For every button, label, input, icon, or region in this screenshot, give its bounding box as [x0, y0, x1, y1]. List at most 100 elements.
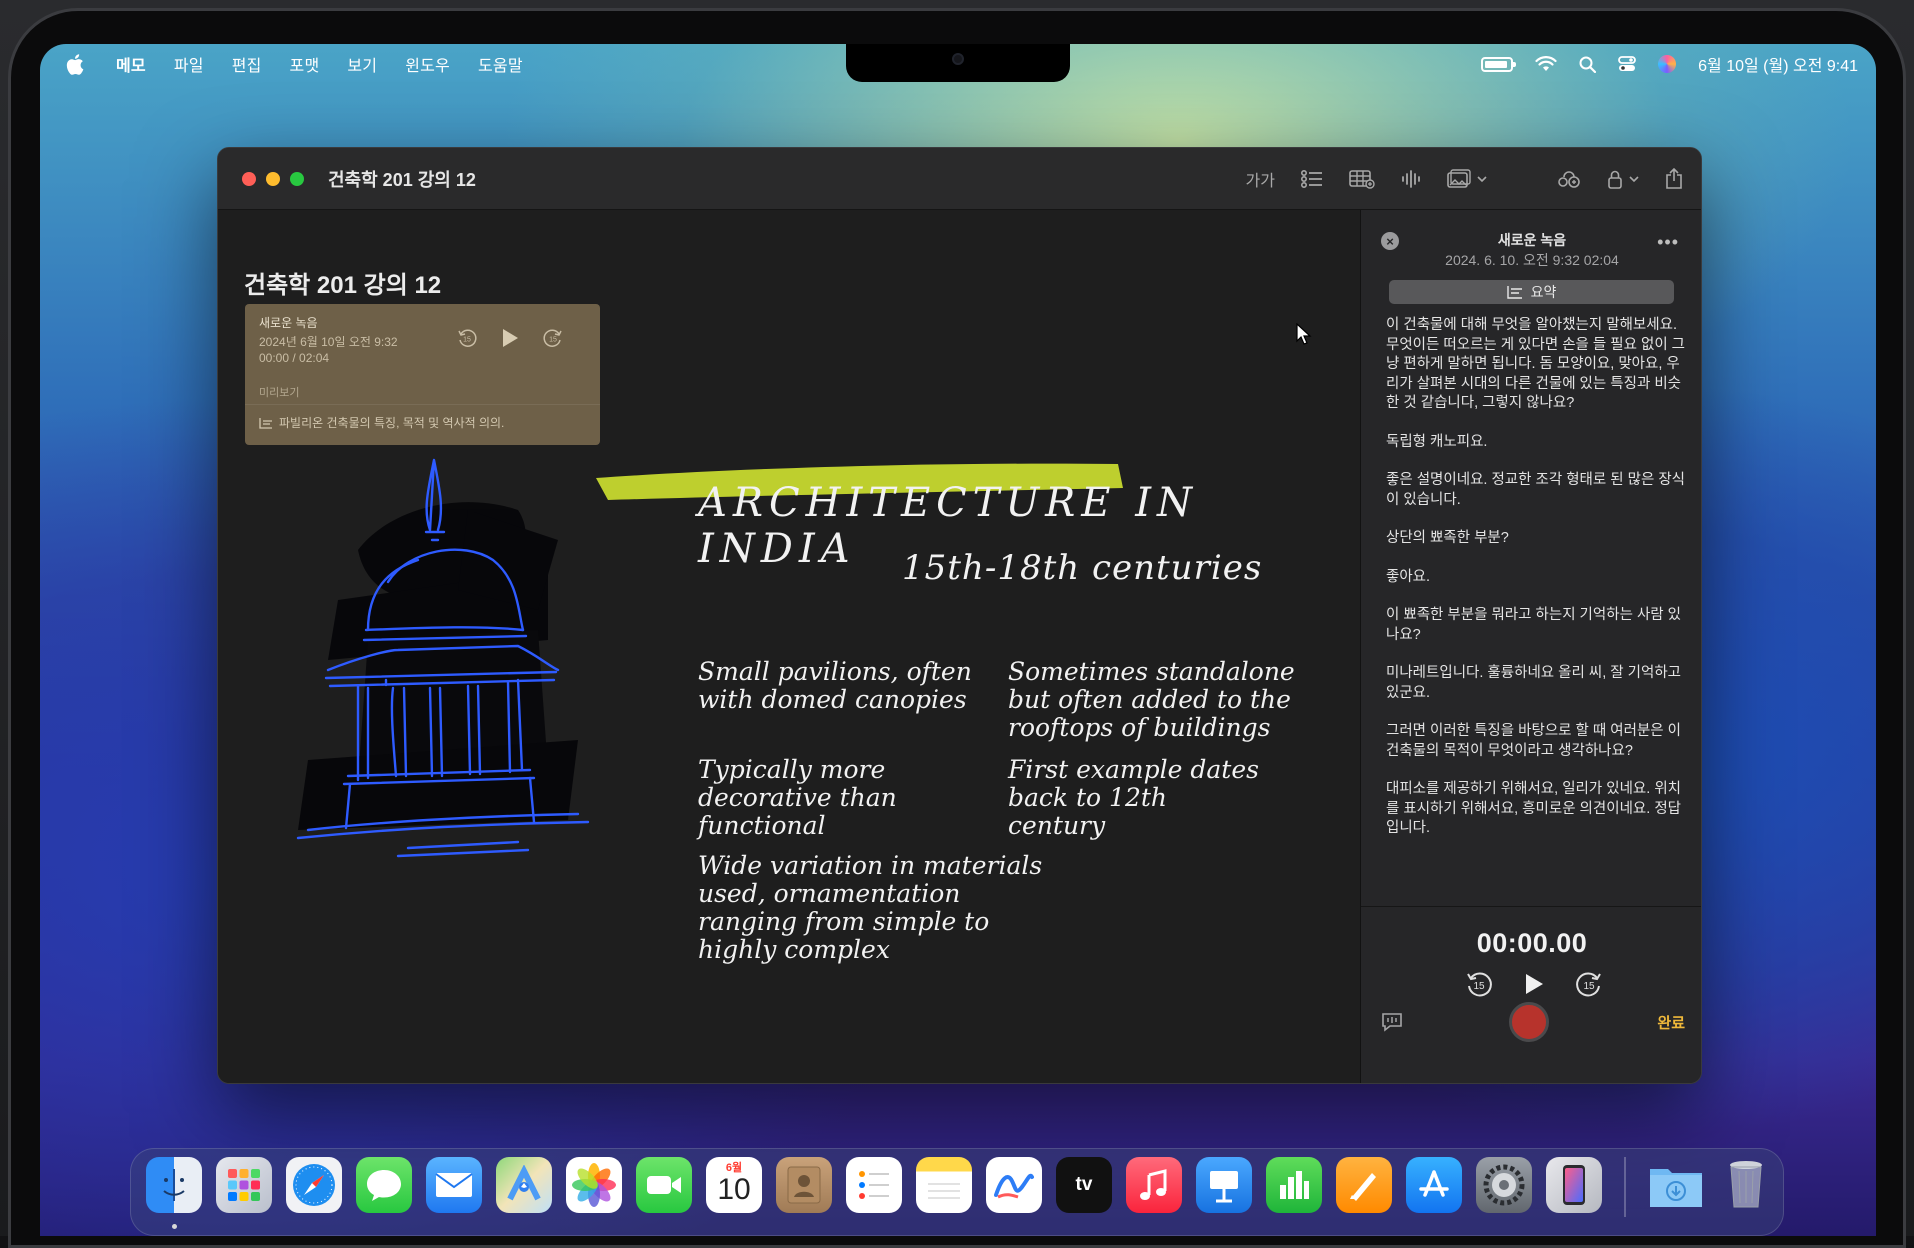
dock-icons: 6월 10 tv [146, 1157, 1774, 1217]
notes-window: 건축학 201 강의 12 가가 건축학 201 강의 12 새로운 녹음 20… [217, 147, 1702, 1084]
iphone-mirroring-icon[interactable] [1546, 1157, 1602, 1213]
audio-recording-button[interactable] [1401, 163, 1421, 195]
search-icon[interactable] [1579, 56, 1597, 73]
minimize-window-button[interactable] [266, 171, 280, 186]
control-center-icon[interactable] [1618, 56, 1637, 72]
facetime-icon[interactable] [636, 1157, 692, 1213]
summary-icon [1506, 286, 1522, 299]
keynote-icon[interactable] [1196, 1157, 1252, 1213]
panel-meta: 2024. 6. 10. 오전 9:32 02:04 [1445, 252, 1619, 268]
notes-app-icon[interactable] [916, 1157, 972, 1213]
menu-item-file[interactable]: 파일 [174, 52, 204, 76]
svg-text:15: 15 [1583, 981, 1595, 992]
numbers-icon[interactable] [1266, 1157, 1322, 1213]
transcript-text: 이 건축물에 대해 무엇을 알아챘는지 말해보세요. 무엇이든 떠오르는 게 있… [1386, 316, 1688, 858]
battery-icon[interactable] [1481, 56, 1517, 72]
music-icon[interactable] [1126, 1157, 1182, 1213]
recording-timer: 00:00.00 [1476, 928, 1588, 958]
collaborate-icon [1558, 171, 1580, 188]
menu-item-notes[interactable]: 메모 [116, 52, 146, 76]
summary-button-label: 요약 [1530, 284, 1557, 300]
menu-item-help[interactable]: 도움말 [478, 52, 523, 76]
contacts-icon[interactable] [776, 1157, 832, 1213]
mouse-cursor-icon [1296, 323, 1312, 345]
record-button[interactable] [1509, 1002, 1549, 1042]
play-icon[interactable] [1523, 972, 1545, 996]
handwritten-subheading: 15th-18th centuries [902, 548, 1263, 588]
transcript-toggle-button[interactable] [1381, 1012, 1403, 1037]
reminders-icon[interactable] [846, 1157, 902, 1213]
format-text-button[interactable]: 가가 [1246, 163, 1275, 195]
mail-icon[interactable] [426, 1157, 482, 1213]
transcript-line: 좋아요. [1386, 568, 1431, 585]
media-button[interactable] [1447, 163, 1487, 195]
finder-icon[interactable] [146, 1157, 202, 1213]
window-titlebar: 건축학 201 강의 12 가가 [218, 148, 1701, 210]
summary-button[interactable]: 요약 [1389, 280, 1674, 304]
more-options-icon[interactable]: ••• [1657, 232, 1679, 253]
photos-icon[interactable] [566, 1157, 622, 1213]
audio-transcript-panel: × 새로운 녹음 2024. 6. 10. 오전 9:32 02:04 ••• … [1360, 210, 1701, 1083]
transcript-line: 미나레트입니다. 훌륭하네요 올리 씨, 잘 기억하고 있군요. [1386, 665, 1681, 701]
transcript-line: 이 뾰족한 부분을 뭐라고 하는지 기억하는 사람 있나요? [1386, 607, 1681, 643]
lock-icon [1608, 170, 1622, 189]
share-button[interactable] [1665, 163, 1683, 195]
apple-menu-icon[interactable] [64, 53, 86, 75]
maps-icon[interactable] [496, 1157, 552, 1213]
lock-note-button[interactable] [1607, 163, 1639, 195]
siri-icon[interactable] [1658, 55, 1677, 73]
wifi-icon[interactable] [1535, 56, 1557, 72]
calendar-icon[interactable]: 6월 10 [706, 1157, 762, 1213]
panel-title: 새로운 녹음 [1497, 232, 1567, 248]
svg-text:15: 15 [1473, 981, 1485, 992]
menu-item-format[interactable]: 포맷 [290, 52, 320, 76]
trash-icon[interactable] [1718, 1157, 1774, 1213]
bullet-5: First example dates back to 12th century [1008, 755, 1259, 840]
menubar-clock[interactable]: 6월 10일 (월) 오전 9:41 [1698, 52, 1858, 76]
launchpad-icon[interactable] [216, 1157, 272, 1213]
window-toolbar: 가가 [1246, 148, 1683, 210]
skip-forward-15-icon[interactable]: 15 [1575, 970, 1603, 998]
chevron-down-icon [1629, 176, 1639, 183]
transcript-line: 대피소를 제공하기 위해서요, 일리가 있네요. 위치를 표시하기 위해서요, … [1386, 781, 1681, 836]
table-button[interactable] [1349, 163, 1375, 195]
menu-item-view[interactable]: 보기 [347, 52, 377, 76]
bullet-4: Sometimes standalone but often added to … [1008, 657, 1295, 742]
system-settings-icon[interactable] [1476, 1157, 1532, 1213]
freeform-icon[interactable] [986, 1157, 1042, 1213]
pages-icon[interactable] [1336, 1157, 1392, 1213]
transcript-line: 그러면 이러한 특징을 바탕으로 할 때 여러분은 이 건축물의 목적이 무엇이… [1386, 723, 1681, 759]
downloads-folder-icon[interactable] [1648, 1157, 1704, 1213]
bullet-3: Wide variation in materials used, orname… [698, 851, 1043, 964]
checklist-icon [1301, 170, 1322, 188]
zoom-window-button[interactable] [290, 171, 304, 186]
safari-icon[interactable] [286, 1157, 342, 1213]
menu-item-edit[interactable]: 편집 [232, 52, 262, 76]
app-store-icon[interactable] [1406, 1157, 1462, 1213]
apple-tv-icon[interactable]: tv [1056, 1157, 1112, 1213]
close-window-button[interactable] [242, 171, 256, 186]
table-icon [1349, 170, 1375, 189]
skip-back-15-icon[interactable]: 15 [1465, 970, 1493, 998]
handwriting-layer: ARCHITECTURE IN INDIA 15th-18th centurie… [218, 210, 1360, 1083]
done-button[interactable]: 완료 [1657, 1012, 1685, 1033]
bullet-1: Small pavilions, often with domed canopi… [698, 657, 972, 714]
waveform-icon [1402, 170, 1420, 188]
panel-divider [1361, 906, 1701, 907]
calendar-day: 10 [717, 1173, 751, 1206]
window-title: 건축학 201 강의 12 [328, 169, 476, 190]
transcript-line: 독립형 캐노피요. [1386, 433, 1488, 450]
dock-separator [1624, 1157, 1626, 1217]
checklist-button[interactable] [1301, 163, 1323, 195]
menu-item-window[interactable]: 윈도우 [405, 52, 450, 76]
camera-icon [952, 53, 964, 65]
transcript-icon [1382, 1013, 1402, 1032]
finder-running-indicator [172, 1224, 177, 1229]
collaborate-button[interactable] [1557, 163, 1581, 195]
chevron-down-icon [1477, 176, 1487, 183]
camera-notch [846, 44, 1070, 82]
bullet-2: Typically more decorative than functiona… [698, 755, 897, 840]
share-icon [1666, 168, 1682, 189]
photo-icon [1447, 169, 1471, 188]
messages-icon[interactable] [356, 1157, 412, 1213]
